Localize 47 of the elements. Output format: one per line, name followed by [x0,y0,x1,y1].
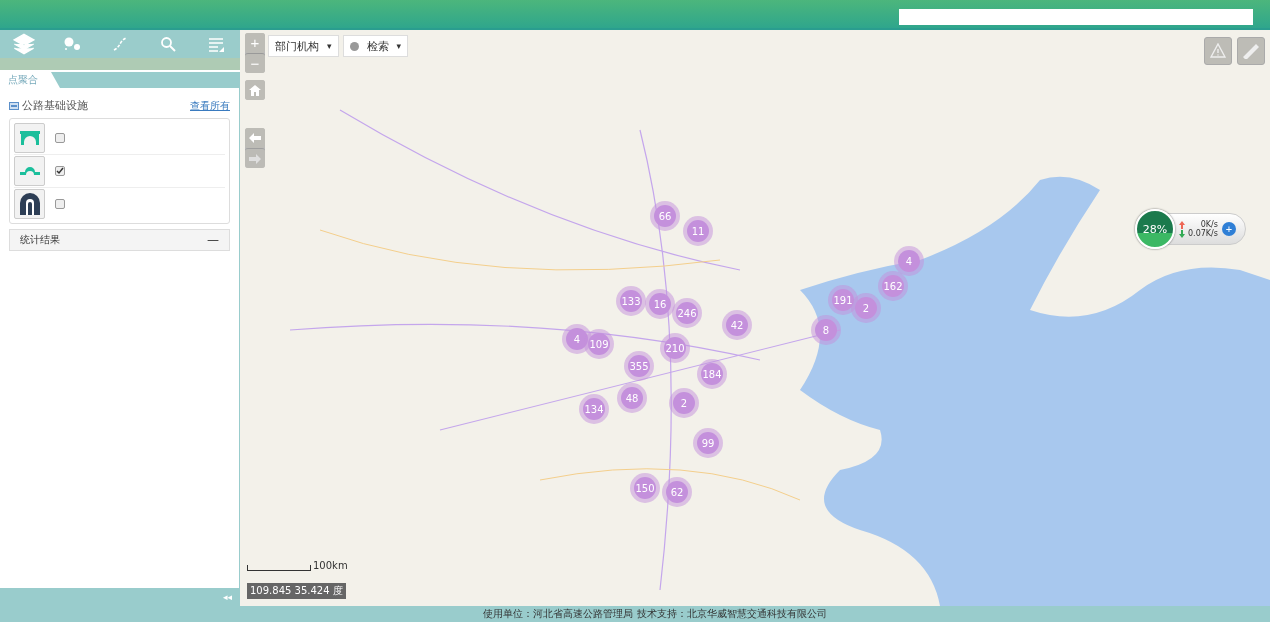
zoom-in-button[interactable]: + [245,33,265,53]
warning-icon [1210,43,1226,59]
arrow-right-icon [249,153,261,164]
collapse-toggle[interactable]: — [207,233,219,247]
home-button[interactable] [245,80,265,100]
measure-icon[interactable] [112,36,128,52]
layer-icon-tile[interactable] [14,189,45,219]
view-all-link[interactable]: 查看所有 [190,98,230,113]
footer-text: 使用单位：河北省高速公路管理局 技术支持：北京华威智慧交通科技有限公司 [0,606,1270,622]
cluster-tab[interactable]: 点聚合 [0,72,60,88]
folder-icon [9,101,19,110]
layer-icon-tile[interactable] [14,123,45,153]
draw-button[interactable] [1237,37,1265,65]
layer-checkbox[interactable] [55,133,65,143]
tunnel-icon [19,193,40,215]
search-dropdown[interactable]: 检索 ▾ [342,35,409,57]
layer-checkbox[interactable] [55,166,65,176]
arrow-down-icon [1179,229,1185,238]
bridge-icon [19,131,40,145]
list-icon[interactable] [208,36,224,52]
stats-title: 统计结果 [20,233,60,247]
back-button[interactable] [245,128,265,148]
arrow-left-icon [249,133,261,143]
upload-speed: 0K/s [1200,220,1218,229]
department-dropdown[interactable]: 部门机构 ▾ [268,35,339,57]
search-icon[interactable] [160,36,176,52]
download-speed: 0.07K/s [1188,229,1218,238]
arrow-up-icon [1179,220,1185,229]
scale-label: 100km [313,560,348,571]
add-button[interactable]: + [1221,222,1236,236]
forward-button[interactable] [245,148,265,168]
globe-icon [349,41,359,51]
layer-checkbox[interactable] [55,199,65,209]
home-icon [249,84,261,96]
road-arch-icon [19,167,40,175]
zoom-out-button[interactable]: − [245,53,265,73]
pencil-icon [1243,43,1259,59]
cluster-icon[interactable] [63,36,81,52]
stats-header[interactable]: 统计结果 — [9,229,230,251]
layer-icon-tile[interactable] [14,156,45,186]
alert-button[interactable] [1204,37,1232,65]
coordinates-display: 109.845 35.424 度 [247,583,346,599]
collapse-panel-button[interactable]: ◂◂ [222,592,232,602]
layers-icon[interactable] [13,33,35,55]
scale-bar [247,565,311,571]
section-title: 公路基础设施 [22,98,89,113]
search-field[interactable] [899,9,1253,25]
